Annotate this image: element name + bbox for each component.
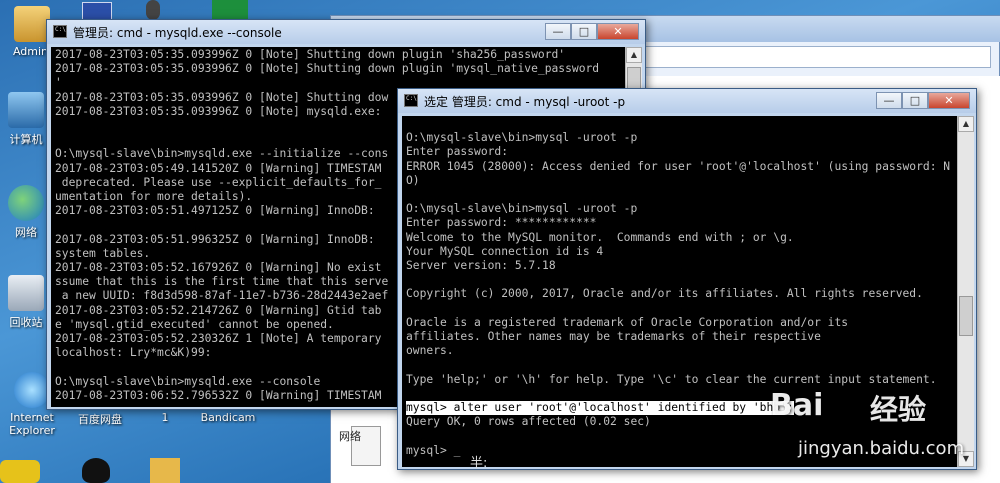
scroll-up-arrow-icon[interactable]: ▲ bbox=[626, 47, 642, 63]
user-folder-icon bbox=[14, 6, 50, 42]
maximize-button[interactable]: □ bbox=[902, 92, 928, 109]
console-line: ERROR 1045 (28000): Access denied for us… bbox=[406, 159, 951, 173]
titlebar[interactable]: 选定 管理员: cmd - mysql -uroot -p — □ ✕ bbox=[398, 89, 976, 113]
network-globe-icon bbox=[8, 185, 44, 221]
window-title: 管理员: cmd - mysqld.exe --console bbox=[73, 26, 282, 40]
microphone-icon[interactable] bbox=[146, 0, 160, 20]
close-button[interactable]: ✕ bbox=[928, 92, 970, 109]
console-line-selected: mysql> alter user 'root'@'localhost' ide… bbox=[406, 401, 794, 416]
folder-icon[interactable] bbox=[150, 458, 180, 483]
scroll-up-arrow-icon[interactable]: ▲ bbox=[958, 116, 974, 132]
close-button[interactable]: ✕ bbox=[597, 23, 639, 40]
recycle-bin-icon bbox=[8, 275, 44, 311]
console-line: affiliates. Other names may be trademark… bbox=[406, 330, 821, 344]
console-line: O:\mysql-slave\bin>mysql -uroot -p bbox=[406, 202, 638, 216]
console-line: Enter password: bbox=[406, 145, 509, 159]
cmd-icon bbox=[53, 25, 67, 38]
console-line: Enter password: ************ bbox=[406, 216, 597, 230]
console-line: Welcome to the MySQL monitor. Commands e… bbox=[406, 230, 794, 244]
file-label: 网络 bbox=[339, 430, 361, 443]
watermark-brand: Bai bbox=[770, 388, 824, 423]
internet-explorer-icon bbox=[14, 372, 50, 408]
computer-icon bbox=[8, 92, 44, 128]
wps-icon[interactable] bbox=[212, 0, 248, 20]
titlebar[interactable]: 管理员: cmd - mysqld.exe --console — □ ✕ bbox=[47, 20, 645, 44]
qq-penguin-icon[interactable] bbox=[82, 458, 110, 483]
console-line: O) bbox=[406, 173, 420, 187]
watermark-cn: 经验 bbox=[870, 393, 927, 426]
cmd-icon bbox=[404, 94, 418, 107]
console-line: owners. bbox=[406, 344, 454, 358]
console-line: 2017-08-23T03:05:35.093996Z 0 [Note] Shu… bbox=[55, 48, 566, 61]
minimize-button[interactable]: — bbox=[545, 23, 571, 40]
watermark-url: jingyan.baidu.com bbox=[798, 438, 965, 459]
console-line: Type 'help;' or '\h' for help. Type '\c'… bbox=[406, 372, 937, 386]
watermark-logo: Bai 经验 jingyan.baidu.com bbox=[770, 388, 995, 483]
window-title: 选定 管理员: cmd - mysql -uroot -p bbox=[424, 95, 626, 109]
console-line: Oracle is a registered trademark of Orac… bbox=[406, 315, 849, 329]
console-line: Server version: 5.7.18 bbox=[406, 259, 556, 273]
console-line: Copyright (c) 2000, 2017, Oracle and/or … bbox=[406, 287, 923, 301]
minimize-button[interactable]: — bbox=[876, 92, 902, 109]
taskbar-app-icon[interactable] bbox=[0, 460, 40, 483]
app-icon[interactable] bbox=[82, 2, 112, 20]
console-line: 2017-08-23T03:05:35.093996Z 0 [Note] Shu… bbox=[55, 62, 600, 76]
ime-indicator: 半: bbox=[470, 456, 488, 471]
scroll-thumb[interactable] bbox=[959, 296, 973, 336]
console-line: O:\mysql-slave\bin>mysql -uroot -p bbox=[406, 131, 638, 145]
maximize-button[interactable]: □ bbox=[571, 23, 597, 40]
console-line: Your MySQL connection id is 4 bbox=[406, 244, 604, 258]
